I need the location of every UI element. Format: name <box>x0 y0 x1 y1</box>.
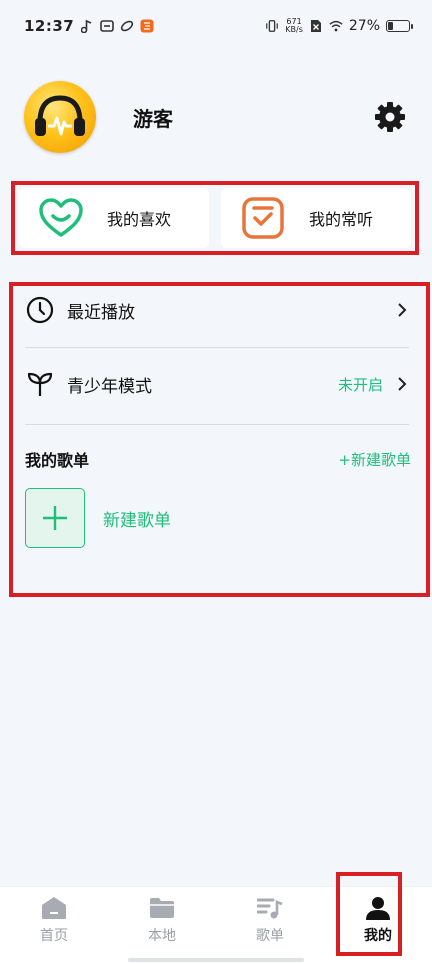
status-bar: 12:37 671 KB/s 27% <box>0 0 432 52</box>
nav-home[interactable]: 首页 <box>0 887 108 964</box>
battery-percent: 27% <box>348 18 380 34</box>
new-playlist-link[interactable]: +新建歌单 <box>338 449 411 470</box>
taobao-app-icon <box>140 19 154 33</box>
nav-mine-label: 我的 <box>364 928 392 944</box>
quick-access-row: 我的喜欢 我的常听 <box>11 181 419 255</box>
divider <box>25 424 409 425</box>
person-icon <box>365 895 391 921</box>
my-favorites-card[interactable]: 我的喜欢 <box>19 188 209 248</box>
battery-icon <box>386 20 413 32</box>
nav-local-label: 本地 <box>148 928 176 944</box>
wifi-icon <box>329 19 343 33</box>
youth-mode-row[interactable]: 青少年模式 未开启 <box>25 360 411 408</box>
status-time: 12:37 <box>24 17 75 35</box>
network-speed: 671 KB/s <box>285 18 303 34</box>
headphones-icon <box>35 95 85 136</box>
app-box-icon <box>100 19 115 33</box>
youth-mode-label: 青少年模式 <box>67 376 152 397</box>
new-playlist-button[interactable]: 新建歌单 <box>25 487 171 549</box>
playlist-header: 我的歌单 +新建歌单 <box>25 444 411 474</box>
recent-play-row[interactable]: 最近播放 <box>25 286 411 334</box>
network-speed-unit: KB/s <box>285 25 303 34</box>
link-icon <box>120 19 134 33</box>
menu-list-panel: 最近播放 青少年模式 未开启 我的歌单 +新建歌单 新建歌单 <box>9 282 430 597</box>
avatar[interactable] <box>24 81 96 153</box>
username: 游客 <box>133 106 173 131</box>
settings-button[interactable] <box>372 99 408 135</box>
folder-icon <box>149 895 175 921</box>
clock-icon <box>25 296 55 324</box>
status-left: 12:37 <box>24 17 154 35</box>
profile-header: 游客 <box>24 80 408 154</box>
new-playlist-label: 新建歌单 <box>103 510 171 531</box>
no-sim-icon <box>309 19 323 33</box>
nav-playlist[interactable]: 歌单 <box>216 887 324 964</box>
nav-mine[interactable]: 我的 <box>324 887 432 964</box>
music-note-icon <box>80 19 94 33</box>
my-playlists-title: 我的歌单 <box>25 451 90 470</box>
plus-icon <box>25 488 85 548</box>
gear-icon <box>375 102 405 132</box>
nav-playlist-label: 歌单 <box>256 928 284 944</box>
nav-local[interactable]: 本地 <box>108 887 216 964</box>
my-favorites-label: 我的喜欢 <box>107 210 172 229</box>
status-right: 671 KB/s 27% <box>265 18 413 34</box>
home-icon <box>41 895 67 921</box>
heart-icon <box>33 198 89 238</box>
vibrate-icon <box>265 19 279 33</box>
my-frequent-card[interactable]: 我的常听 <box>221 188 411 248</box>
chevron-right-icon <box>393 377 411 391</box>
divider <box>25 347 409 348</box>
my-frequent-label: 我的常听 <box>309 210 374 229</box>
sprout-icon <box>25 370 55 398</box>
playlist-icon <box>257 895 283 921</box>
bottom-navigation: 首页 本地 歌单 我的 <box>0 886 432 964</box>
home-indicator <box>128 958 304 962</box>
checklist-icon <box>235 197 291 239</box>
youth-mode-status: 未开启 <box>337 375 383 394</box>
recent-play-label: 最近播放 <box>67 302 135 323</box>
chevron-right-icon <box>393 303 411 317</box>
nav-home-label: 首页 <box>40 928 68 944</box>
